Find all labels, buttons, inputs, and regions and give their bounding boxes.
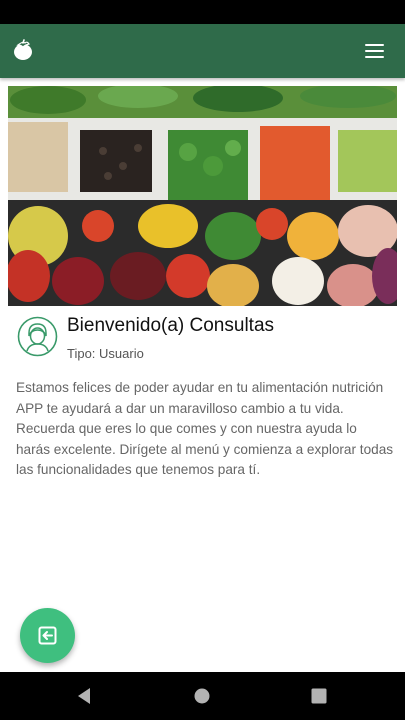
system-nav-bar <box>0 672 405 720</box>
app-bar <box>0 24 405 78</box>
logout-button[interactable] <box>20 608 75 663</box>
tomato-icon <box>14 39 32 60</box>
logout-icon <box>38 626 57 645</box>
back-triangle-icon[interactable] <box>72 684 96 708</box>
vegetables-photo <box>8 86 397 306</box>
home-circle-icon[interactable] <box>190 684 214 708</box>
intro-paragraph: Estamos felices de poder ayudar en tu al… <box>16 380 394 478</box>
user-type-label: Tipo: Usuario <box>67 346 144 361</box>
hero-image <box>8 86 397 306</box>
recents-square-icon[interactable] <box>307 684 331 708</box>
status-bar <box>0 0 405 24</box>
hamburger-menu-icon[interactable] <box>363 39 387 63</box>
user-avatar-icon <box>17 316 58 357</box>
welcome-title: Bienvenido(a) Consultas <box>67 315 275 336</box>
